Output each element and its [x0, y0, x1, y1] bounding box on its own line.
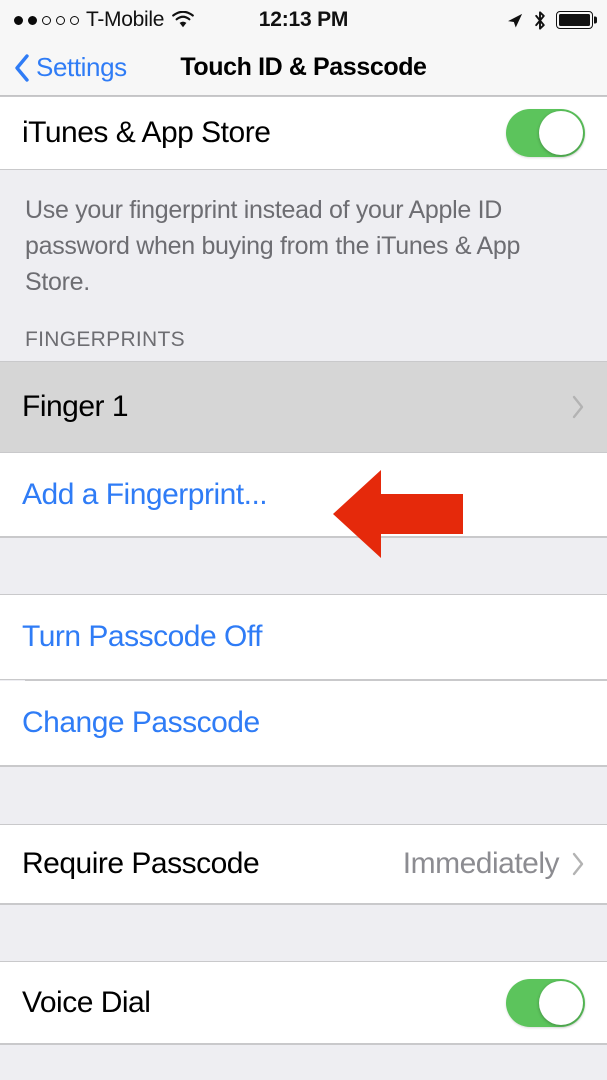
section-gap-3: [0, 904, 607, 962]
section-gap-1: [0, 537, 607, 595]
row-change-passcode[interactable]: Change Passcode: [0, 681, 607, 766]
signal-dot-2: [28, 15, 37, 25]
navigation-bar: Settings Touch ID & Passcode: [0, 40, 607, 96]
finger-1-label: Finger 1: [22, 390, 129, 423]
back-button-label: Settings: [36, 52, 127, 82]
clock-label: 12:13 PM: [258, 8, 349, 31]
section-gap-bottom: [0, 1044, 607, 1074]
signal-dot-5: [70, 15, 79, 25]
row-require-passcode[interactable]: Require Passcode Immediately: [0, 825, 607, 904]
voice-dial-toggle[interactable]: [506, 978, 585, 1027]
phone-screen: T-Mobile 12:13 PM Settings Touch ID & Pa…: [0, 0, 607, 1080]
bluetooth-icon: [535, 10, 545, 30]
add-fingerprint-label: Add a Fingerprint...: [22, 477, 268, 511]
battery-full-icon: [556, 11, 593, 29]
signal-dot-4: [56, 15, 65, 25]
signal-strength-icon: [14, 15, 79, 25]
chevron-left-icon: [15, 53, 29, 82]
voice-dial-label: Voice Dial: [22, 985, 151, 1019]
carrier-label: T-Mobile: [86, 8, 165, 31]
wifi-icon: [172, 11, 194, 28]
row-turn-passcode-off[interactable]: Turn Passcode Off: [0, 595, 607, 680]
row-add-fingerprint[interactable]: Add a Fingerprint...: [0, 453, 607, 537]
itunes-label: iTunes & App Store: [22, 116, 271, 149]
row-voice-dial-right: [506, 978, 585, 1027]
location-arrow-icon: [508, 13, 523, 28]
turn-passcode-off-label: Turn Passcode Off: [22, 620, 262, 653]
status-bar: T-Mobile 12:13 PM: [0, 0, 607, 40]
section-gap-2: [0, 766, 607, 825]
itunes-toggle[interactable]: [506, 109, 585, 157]
signal-dot-1: [14, 15, 23, 25]
signal-dot-3: [42, 15, 51, 25]
back-button[interactable]: Settings: [14, 52, 127, 83]
require-passcode-label: Require Passcode: [22, 847, 260, 880]
row-finger-1[interactable]: Finger 1: [0, 361, 607, 453]
itunes-toggle-knob: [539, 111, 583, 155]
itunes-footer-text: Use your fingerprint instead of your App…: [25, 196, 521, 296]
row-itunes-right: [506, 109, 585, 157]
chevron-right-icon: [572, 852, 584, 876]
row-voice-dial[interactable]: Voice Dial: [0, 962, 607, 1044]
change-passcode-label: Change Passcode: [22, 706, 260, 739]
row-itunes-app-store[interactable]: iTunes & App Store: [0, 96, 607, 170]
fingerprints-section-header: FINGERPRINTS: [0, 308, 607, 361]
voice-dial-toggle-knob: [539, 980, 583, 1025]
row-require-right: Immediately: [403, 847, 585, 881]
status-bar-right: [505, 10, 593, 31]
itunes-footer: Use your fingerprint instead of your App…: [0, 170, 607, 308]
row-finger-1-right: [571, 394, 585, 420]
status-bar-left: T-Mobile: [14, 8, 195, 32]
require-passcode-value: Immediately: [402, 847, 560, 880]
chevron-right-icon: [572, 395, 584, 419]
